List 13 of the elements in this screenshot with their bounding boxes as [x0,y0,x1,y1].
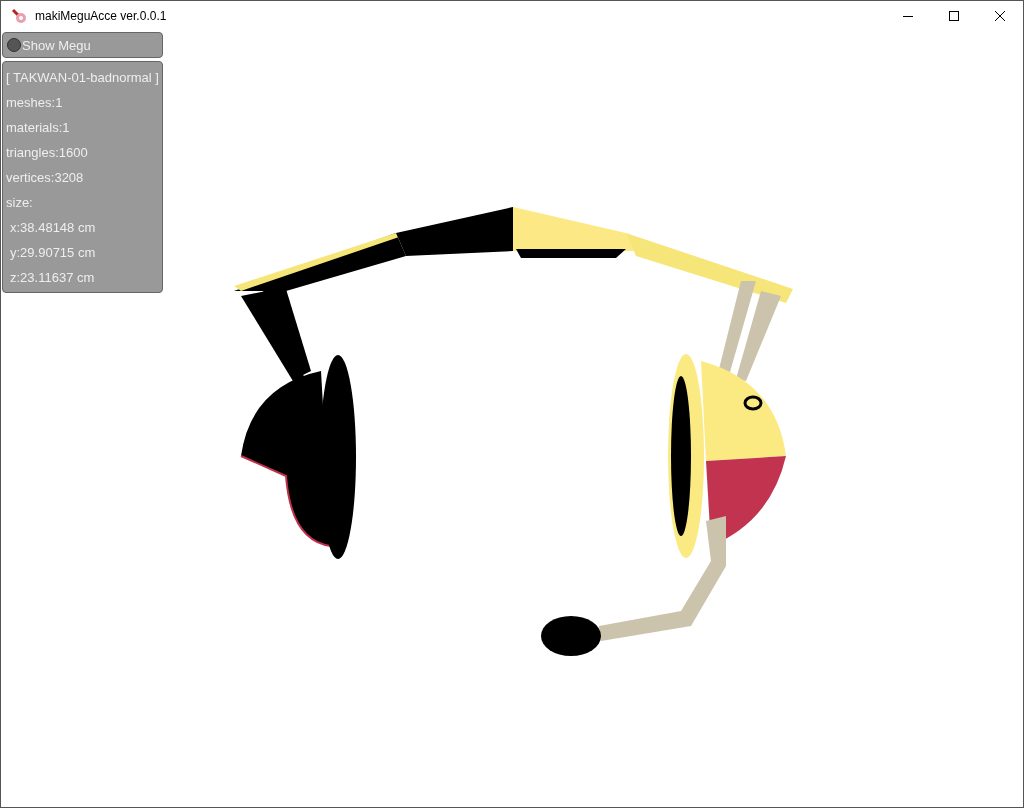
info-text: x:38.48148 cm [9,219,97,237]
window-title: makiMeguAcce ver.0.0.1 [35,9,168,23]
show-megu-toggle[interactable]: Show Megu [2,32,163,58]
info-text: triangles:1600 [6,144,89,162]
info-text: materials:1 [6,119,71,137]
info-text: y:29.90715 cm [9,244,97,262]
info-text: z:23.11637 cm [9,269,96,287]
maximize-icon [949,11,959,21]
info-text: meshes:1 [6,94,64,112]
info-text: vertices:3208 [6,169,85,187]
close-icon [995,11,1005,21]
info-text: [ TAKWAN-01-badnormal ] [6,69,159,87]
info-text: size: [6,194,34,212]
